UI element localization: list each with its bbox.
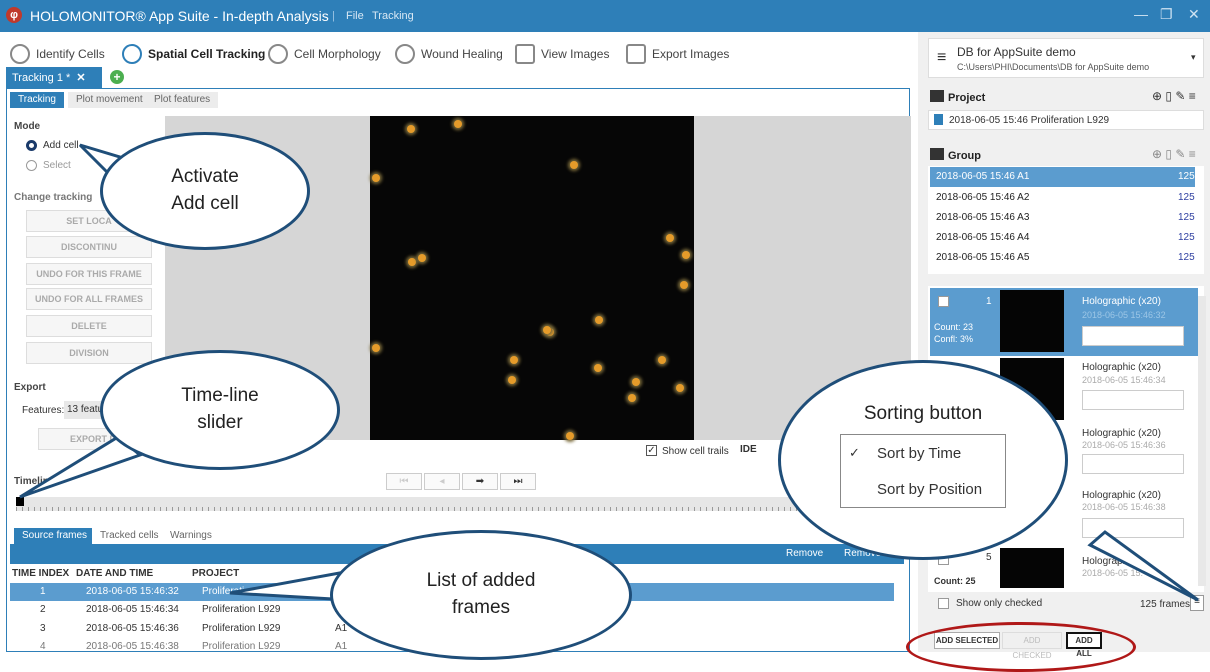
callout-text: List of added: [426, 570, 536, 592]
callout-pointers: [19, 143, 1199, 602]
check-icon: ✓: [849, 445, 860, 460]
callout-timeline-slider: Time-line slider: [100, 350, 340, 470]
callout-text: Sorting button: [863, 403, 983, 424]
sort-menu: ✓ Sort by Time Sort by Position: [840, 434, 1006, 508]
callout-text: Time-line: [181, 385, 259, 407]
callout-list-added-frames: List of added frames: [330, 530, 632, 660]
callout-text: frames: [451, 597, 511, 618]
callout-activate-add-cell: Activate Add cell: [100, 132, 310, 250]
sort-by-position-item[interactable]: Sort by Position: [877, 481, 982, 498]
callout-text: Activate: [171, 166, 239, 188]
sort-by-time-item[interactable]: Sort by Time: [877, 445, 961, 462]
callout-text: slider: [197, 412, 243, 433]
callout-text: Add cell: [171, 193, 239, 214]
